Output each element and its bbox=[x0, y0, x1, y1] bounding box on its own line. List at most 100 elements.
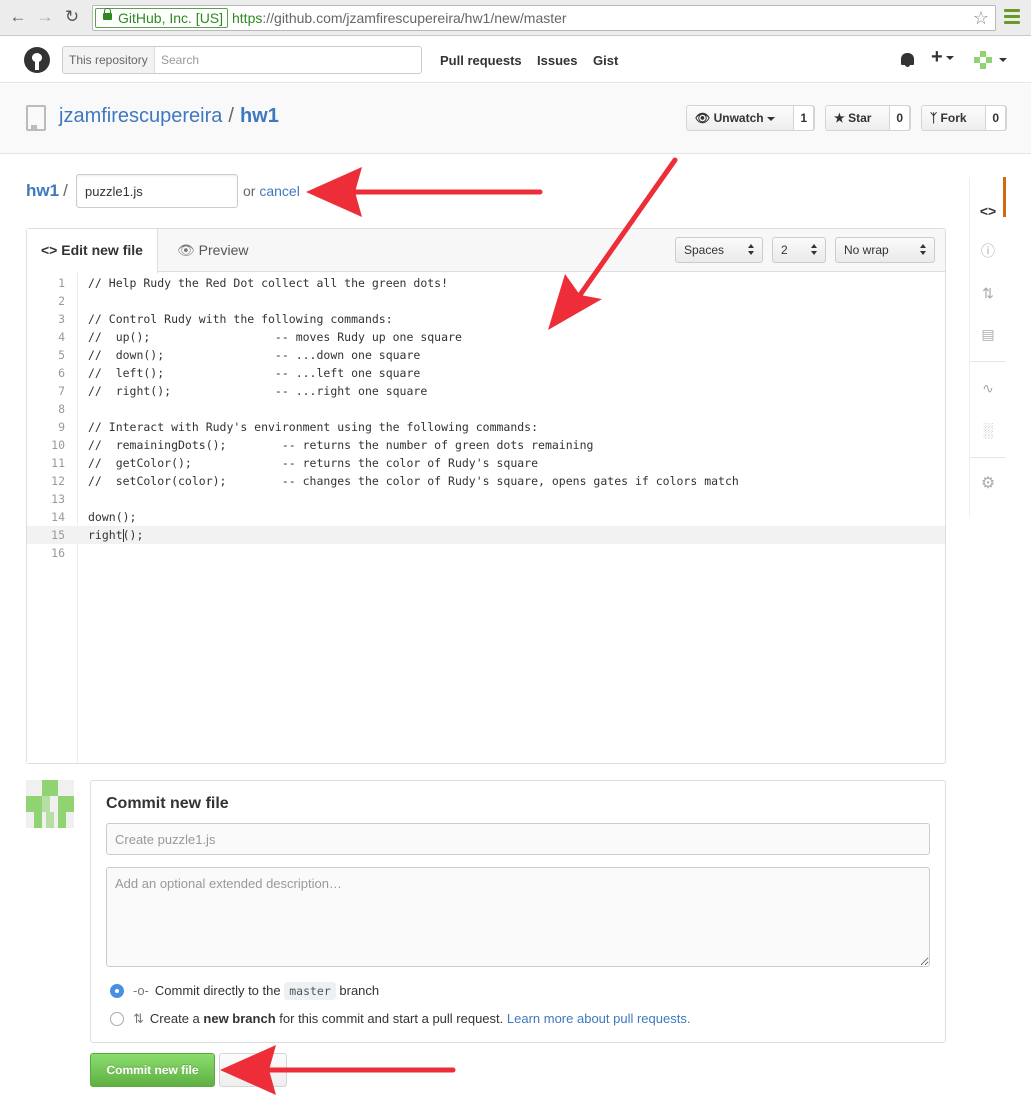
back-icon[interactable]: ← bbox=[8, 7, 28, 27]
repo-header: jzamfirescupereira / hw1 👁 Unwatch 1 ★ Sta… bbox=[0, 84, 1031, 154]
code-line-text: // remainingDots(); -- returns the numbe… bbox=[88, 438, 594, 452]
user-avatar[interactable] bbox=[974, 51, 992, 69]
code-line[interactable]: 2 bbox=[27, 292, 945, 310]
new-branch-radio[interactable] bbox=[110, 1012, 124, 1026]
code-line[interactable]: 12 // setColor(color); -- changes the col… bbox=[27, 472, 945, 490]
forward-icon[interactable]: → bbox=[35, 7, 55, 27]
commit-summary-input[interactable] bbox=[106, 823, 930, 855]
address-bar[interactable]: GitHub, Inc. [US] https://github.com/jza… bbox=[92, 5, 996, 31]
line-number: 5 bbox=[58, 348, 65, 362]
wrap-mode-select[interactable]: No wrap bbox=[835, 237, 935, 263]
watch-count[interactable]: 1 bbox=[793, 105, 814, 131]
code-icon[interactable]: <> bbox=[979, 202, 997, 220]
nav-gist[interactable]: Gist bbox=[593, 53, 618, 68]
gear-icon[interactable]: ⚙ bbox=[979, 475, 997, 493]
code-line[interactable]: 1 // Help Rudy the Red Dot collect all th… bbox=[27, 274, 945, 292]
star-label: Star bbox=[848, 111, 872, 125]
chevron-down-icon bbox=[945, 55, 954, 60]
pull-request-icon[interactable]: ⇅ bbox=[979, 284, 997, 302]
indent-mode-value: Spaces bbox=[684, 243, 725, 257]
breadcrumb-root-link[interactable]: hw1 bbox=[26, 181, 59, 200]
notifications-bell-icon[interactable] bbox=[901, 53, 914, 67]
code-line-text: // left(); -- ...left one square bbox=[88, 366, 421, 380]
code-line[interactable]: 13 bbox=[27, 490, 945, 508]
star-button[interactable]: ★ Star 0 bbox=[825, 105, 911, 131]
nav-pull-requests[interactable]: Pull requests bbox=[440, 53, 522, 68]
reload-icon[interactable]: ↻ bbox=[62, 7, 82, 27]
code-line[interactable]: 10 // remainingDots(); -- returns the num… bbox=[27, 436, 945, 454]
code-line[interactable]: 11 // getColor(); -- returns the color of… bbox=[27, 454, 945, 472]
code-area[interactable]: 1 // Help Rudy the Red Dot collect all th… bbox=[27, 272, 945, 763]
file-editor: <> Edit new file 👁 Preview Spaces 2 No w… bbox=[26, 228, 946, 764]
line-number: 7 bbox=[58, 384, 65, 398]
pull-request-icon: ⇅ bbox=[133, 1011, 144, 1026]
fork-count[interactable]: 0 bbox=[985, 105, 1006, 131]
repo-owner-link[interactable]: jzamfirescupereira bbox=[59, 105, 222, 127]
star-count[interactable]: 0 bbox=[889, 105, 910, 131]
filename-input[interactable] bbox=[76, 174, 238, 208]
code-line-text: // Control Rudy with the following comma… bbox=[88, 312, 393, 326]
select-arrows-icon bbox=[920, 244, 927, 256]
repo-title: jzamfirescupereira / hw1 bbox=[59, 105, 279, 128]
pulse-icon[interactable]: ∿ bbox=[979, 379, 997, 397]
fork-button[interactable]: ᛉ Fork 0 bbox=[921, 105, 1007, 131]
url-text[interactable]: https://github.com/jzamfirescupereira/hw… bbox=[232, 9, 567, 27]
commit-direct-radio[interactable] bbox=[110, 984, 124, 998]
github-logo-icon[interactable] bbox=[24, 47, 50, 73]
line-number: 9 bbox=[58, 420, 65, 434]
code-line[interactable]: 16 bbox=[27, 544, 945, 562]
new-branch-label[interactable]: ⇅ Create a new branch for this commit and… bbox=[133, 1011, 690, 1027]
select-arrows-icon bbox=[748, 244, 755, 256]
search-box[interactable]: This repository Search bbox=[62, 46, 422, 74]
lock-icon bbox=[103, 8, 112, 20]
repo-name-link[interactable]: hw1 bbox=[240, 105, 279, 127]
search-input[interactable]: Search bbox=[161, 47, 199, 73]
line-number: 12 bbox=[51, 474, 65, 488]
line-number: 1 bbox=[58, 276, 65, 290]
url-scheme: https bbox=[232, 10, 263, 26]
annotation-arrow-cancel bbox=[306, 167, 543, 217]
option1-suffix: branch bbox=[339, 983, 380, 998]
code-line[interactable]: 7 // right(); -- ...right one square bbox=[27, 382, 945, 400]
cancel-button[interactable] bbox=[219, 1053, 287, 1087]
indent-mode-select[interactable]: Spaces bbox=[675, 237, 763, 263]
site-header: This repository Search Pull requests Iss… bbox=[0, 37, 1031, 83]
fork-label: Fork bbox=[940, 111, 967, 125]
tab-preview[interactable]: 👁 Preview bbox=[163, 229, 262, 272]
code-line[interactable]: 3 // Control Rudy with the following comm… bbox=[27, 310, 945, 328]
graphs-icon[interactable]: ░ bbox=[979, 421, 997, 439]
indent-size-select[interactable]: 2 bbox=[772, 237, 826, 263]
code-line[interactable]: 9 // Interact with Rudy's environment usi… bbox=[27, 418, 945, 436]
commit-description-textarea[interactable] bbox=[106, 867, 930, 967]
tab-edit-new-file[interactable]: <> Edit new file bbox=[27, 229, 158, 273]
commit-new-file-button[interactable]: Commit new file bbox=[90, 1053, 215, 1087]
breadcrumb-separator: / bbox=[63, 181, 68, 200]
chevron-down-icon[interactable] bbox=[999, 58, 1007, 62]
option1-prefix: Commit directly to the bbox=[154, 983, 281, 998]
wiki-book-icon[interactable]: ▤ bbox=[979, 325, 997, 343]
code-line[interactable]: 5 // down(); -- ...down one square bbox=[27, 346, 945, 364]
cancel-link[interactable]: cancel bbox=[259, 183, 299, 199]
nav-issues[interactable]: Issues bbox=[537, 53, 577, 68]
issues-icon[interactable]: ⓘ bbox=[979, 242, 997, 260]
repo-sidebar: <> ⓘ ⇅ ▤ ∿ ░ ⚙ bbox=[969, 177, 1006, 517]
code-line-text: down(); bbox=[88, 510, 137, 524]
code-line[interactable]: 14 down(); bbox=[27, 508, 945, 526]
create-new-icon[interactable]: + bbox=[931, 46, 954, 69]
commit-direct-label[interactable]: -o- Commit directly to the master branch bbox=[133, 982, 380, 1000]
unwatch-button[interactable]: 👁 Unwatch 1 bbox=[686, 105, 815, 131]
ev-certificate-badge[interactable]: GitHub, Inc. [US] bbox=[95, 8, 229, 28]
browser-menu-icon[interactable] bbox=[1004, 9, 1020, 26]
code-line[interactable]: 6 // left(); -- ...left one square bbox=[27, 364, 945, 382]
line-number: 15 bbox=[51, 528, 65, 542]
code-line[interactable]: 15 right(); bbox=[27, 526, 945, 544]
wrap-mode-value: No wrap bbox=[844, 243, 889, 257]
code-line[interactable]: 4 // up(); -- moves Rudy up one square bbox=[27, 328, 945, 346]
text-cursor bbox=[123, 529, 124, 542]
bookmark-star-icon[interactable]: ☆ bbox=[973, 7, 989, 29]
code-line-text: // setColor(color); -- changes the color… bbox=[88, 474, 739, 488]
or-label: or bbox=[243, 183, 256, 199]
code-line-text: // Interact with Rudy's environment usin… bbox=[88, 420, 539, 434]
learn-more-link[interactable]: Learn more about pull requests. bbox=[507, 1011, 691, 1026]
code-line[interactable]: 8 bbox=[27, 400, 945, 418]
